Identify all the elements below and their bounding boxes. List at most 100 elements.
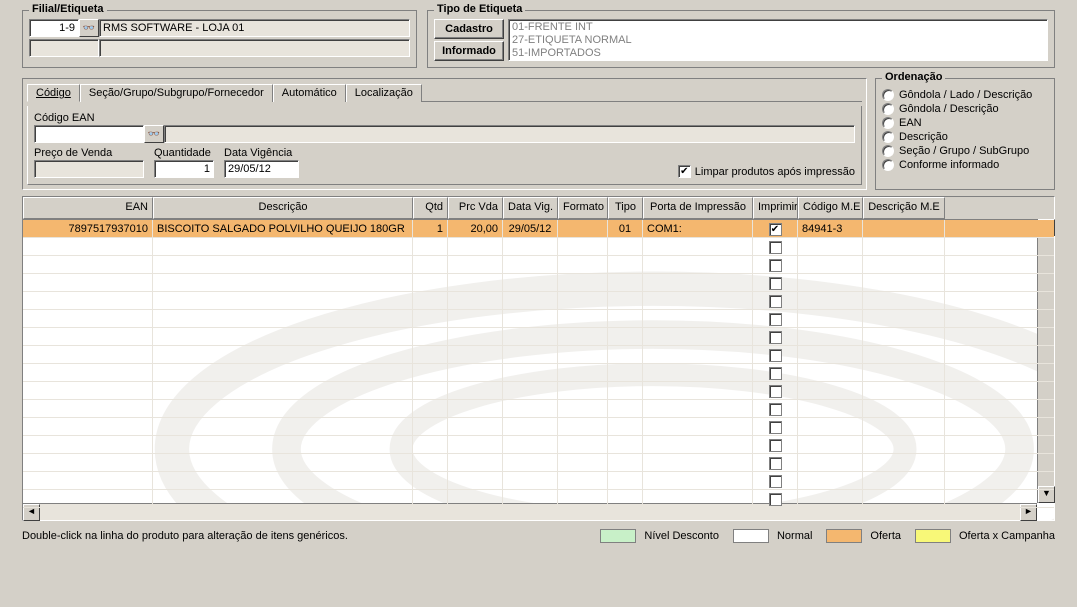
- table-row[interactable]: [23, 400, 1054, 418]
- cadastro-button[interactable]: Cadastro: [434, 19, 504, 39]
- cell-imprimir[interactable]: ✔: [753, 220, 798, 238]
- radio-ean[interactable]: EAN: [882, 117, 1048, 129]
- binoculars-icon[interactable]: 👓: [144, 125, 164, 143]
- cell-desc: BISCOITO SALGADO POLVILHO QUEIJO 180GR: [153, 220, 413, 238]
- filial-aux2: [99, 39, 410, 57]
- cell-imprimir[interactable]: [753, 328, 798, 346]
- cell-imprimir[interactable]: [753, 364, 798, 382]
- col-fmt[interactable]: Formato: [558, 197, 608, 219]
- cell-descme: [863, 220, 945, 238]
- ean-description-display: [164, 125, 855, 143]
- table-row[interactable]: [23, 274, 1054, 292]
- radio-descricao[interactable]: Descrição: [882, 131, 1048, 143]
- preco-label: Preço de Venda: [34, 147, 144, 159]
- cell-tipo: 01: [608, 220, 643, 238]
- qtd-label: Quantidade: [154, 147, 214, 159]
- data-label: Data Vigência: [224, 147, 299, 159]
- table-row[interactable]: [23, 310, 1054, 328]
- tipo-option[interactable]: 51-IMPORTADOS: [512, 47, 1044, 60]
- cell-imprimir[interactable]: [753, 436, 798, 454]
- table-row[interactable]: [23, 418, 1054, 436]
- col-qtd[interactable]: Qtd: [413, 197, 448, 219]
- table-row[interactable]: [23, 472, 1054, 490]
- informado-button[interactable]: Informado: [434, 41, 504, 61]
- cell-qtd: 1: [413, 220, 448, 238]
- cell-porta: COM1:: [643, 220, 753, 238]
- legend-nivel: Nível Desconto: [600, 529, 719, 543]
- cell-imprimir[interactable]: [753, 454, 798, 472]
- tipo-legend: Tipo de Etiqueta: [434, 3, 525, 15]
- col-data[interactable]: Data Vig.: [503, 197, 558, 219]
- filial-aux1: [29, 39, 99, 57]
- cell-imprimir[interactable]: [753, 472, 798, 490]
- cell-fmt: [558, 220, 608, 238]
- col-imp[interactable]: Imprimir: [753, 197, 798, 219]
- radio-gondola-lado[interactable]: Gôndola / Lado / Descrição: [882, 89, 1048, 101]
- col-ean[interactable]: EAN: [23, 197, 153, 219]
- legend-normal: Normal: [733, 529, 812, 543]
- legend-oferta: Oferta: [826, 529, 901, 543]
- grid-body[interactable]: 7897517937010 BISCOITO SALGADO POLVILHO …: [23, 220, 1054, 520]
- cell-imprimir[interactable]: [753, 382, 798, 400]
- table-row[interactable]: [23, 238, 1054, 256]
- quantidade-input[interactable]: 1: [154, 160, 214, 178]
- col-desc[interactable]: Descrição: [153, 197, 413, 219]
- col-descme[interactable]: Descrição M.E: [863, 197, 945, 219]
- filial-code-input[interactable]: 1-9: [29, 19, 79, 37]
- radio-conforme[interactable]: Conforme informado: [882, 159, 1048, 171]
- tab-localizacao[interactable]: Localização: [346, 84, 422, 102]
- table-row[interactable]: [23, 346, 1054, 364]
- limpar-checkbox[interactable]: ✔: [678, 165, 691, 178]
- cell-prc: 20,00: [448, 220, 503, 238]
- footer-hint: Double-click na linha do produto para al…: [22, 530, 348, 542]
- table-row[interactable]: [23, 382, 1054, 400]
- filial-groupbox: Filial/Etiqueta 1-9 👓 RMS SOFTWARE - LOJ…: [22, 10, 417, 68]
- ean-input[interactable]: [34, 125, 144, 143]
- table-row[interactable]: [23, 256, 1054, 274]
- ean-label: Código EAN: [34, 112, 855, 124]
- binoculars-icon[interactable]: 👓: [79, 19, 99, 37]
- table-row[interactable]: 7897517937010 BISCOITO SALGADO POLVILHO …: [23, 220, 1054, 238]
- tab-automatico[interactable]: Automático: [273, 84, 346, 102]
- filial-name-display: RMS SOFTWARE - LOJA 01: [99, 19, 410, 37]
- ordenacao-groupbox: Ordenação Gôndola / Lado / Descrição Gôn…: [875, 78, 1055, 190]
- table-row[interactable]: [23, 436, 1054, 454]
- preco-input[interactable]: [34, 160, 144, 178]
- tab-codigo[interactable]: Código: [27, 84, 80, 102]
- tipo-option[interactable]: 27-ETIQUETA NORMAL: [512, 34, 1044, 47]
- col-porta[interactable]: Porta de Impressão: [643, 197, 753, 219]
- cell-data: 29/05/12: [503, 220, 558, 238]
- table-row[interactable]: [23, 364, 1054, 382]
- cell-imprimir[interactable]: [753, 400, 798, 418]
- cell-imprimir[interactable]: [753, 346, 798, 364]
- search-panel: Código Seção/Grupo/Subgrupo/Fornecedor A…: [22, 78, 867, 190]
- cell-codme: 84941-3: [798, 220, 863, 238]
- cell-imprimir[interactable]: [753, 418, 798, 436]
- cell-imprimir[interactable]: [753, 292, 798, 310]
- radio-gondola-desc[interactable]: Gôndola / Descrição: [882, 103, 1048, 115]
- legend-campanha: Oferta x Campanha: [915, 529, 1055, 543]
- tab-bar: Código Seção/Grupo/Subgrupo/Fornecedor A…: [27, 83, 862, 102]
- cell-imprimir[interactable]: [753, 310, 798, 328]
- tipo-groupbox: Tipo de Etiqueta Cadastro Informado 01-F…: [427, 10, 1055, 68]
- col-tipo[interactable]: Tipo: [608, 197, 643, 219]
- cell-imprimir[interactable]: [753, 256, 798, 274]
- filial-legend: Filial/Etiqueta: [29, 3, 107, 15]
- col-prc[interactable]: Prc Vda: [448, 197, 503, 219]
- data-vigencia-input[interactable]: 29/05/12: [224, 160, 299, 178]
- footer-bar: Double-click na linha do produto para al…: [0, 525, 1077, 547]
- tipo-list[interactable]: 01-FRENTE INT 27-ETIQUETA NORMAL 51-IMPO…: [508, 19, 1048, 61]
- tab-content-codigo: Código EAN 👓 Preço de Venda Quantidade 1…: [27, 106, 862, 185]
- tipo-option[interactable]: 01-FRENTE INT: [512, 21, 1044, 34]
- table-row[interactable]: [23, 328, 1054, 346]
- table-row[interactable]: [23, 454, 1054, 472]
- table-row[interactable]: [23, 292, 1054, 310]
- table-row[interactable]: [23, 490, 1054, 508]
- col-codme[interactable]: Código M.E: [798, 197, 863, 219]
- limpar-label: Limpar produtos após impressão: [695, 166, 855, 178]
- cell-imprimir[interactable]: [753, 490, 798, 508]
- cell-imprimir[interactable]: [753, 238, 798, 256]
- tab-secao[interactable]: Seção/Grupo/Subgrupo/Fornecedor: [80, 84, 273, 102]
- radio-secao[interactable]: Seção / Grupo / SubGrupo: [882, 145, 1048, 157]
- cell-imprimir[interactable]: [753, 274, 798, 292]
